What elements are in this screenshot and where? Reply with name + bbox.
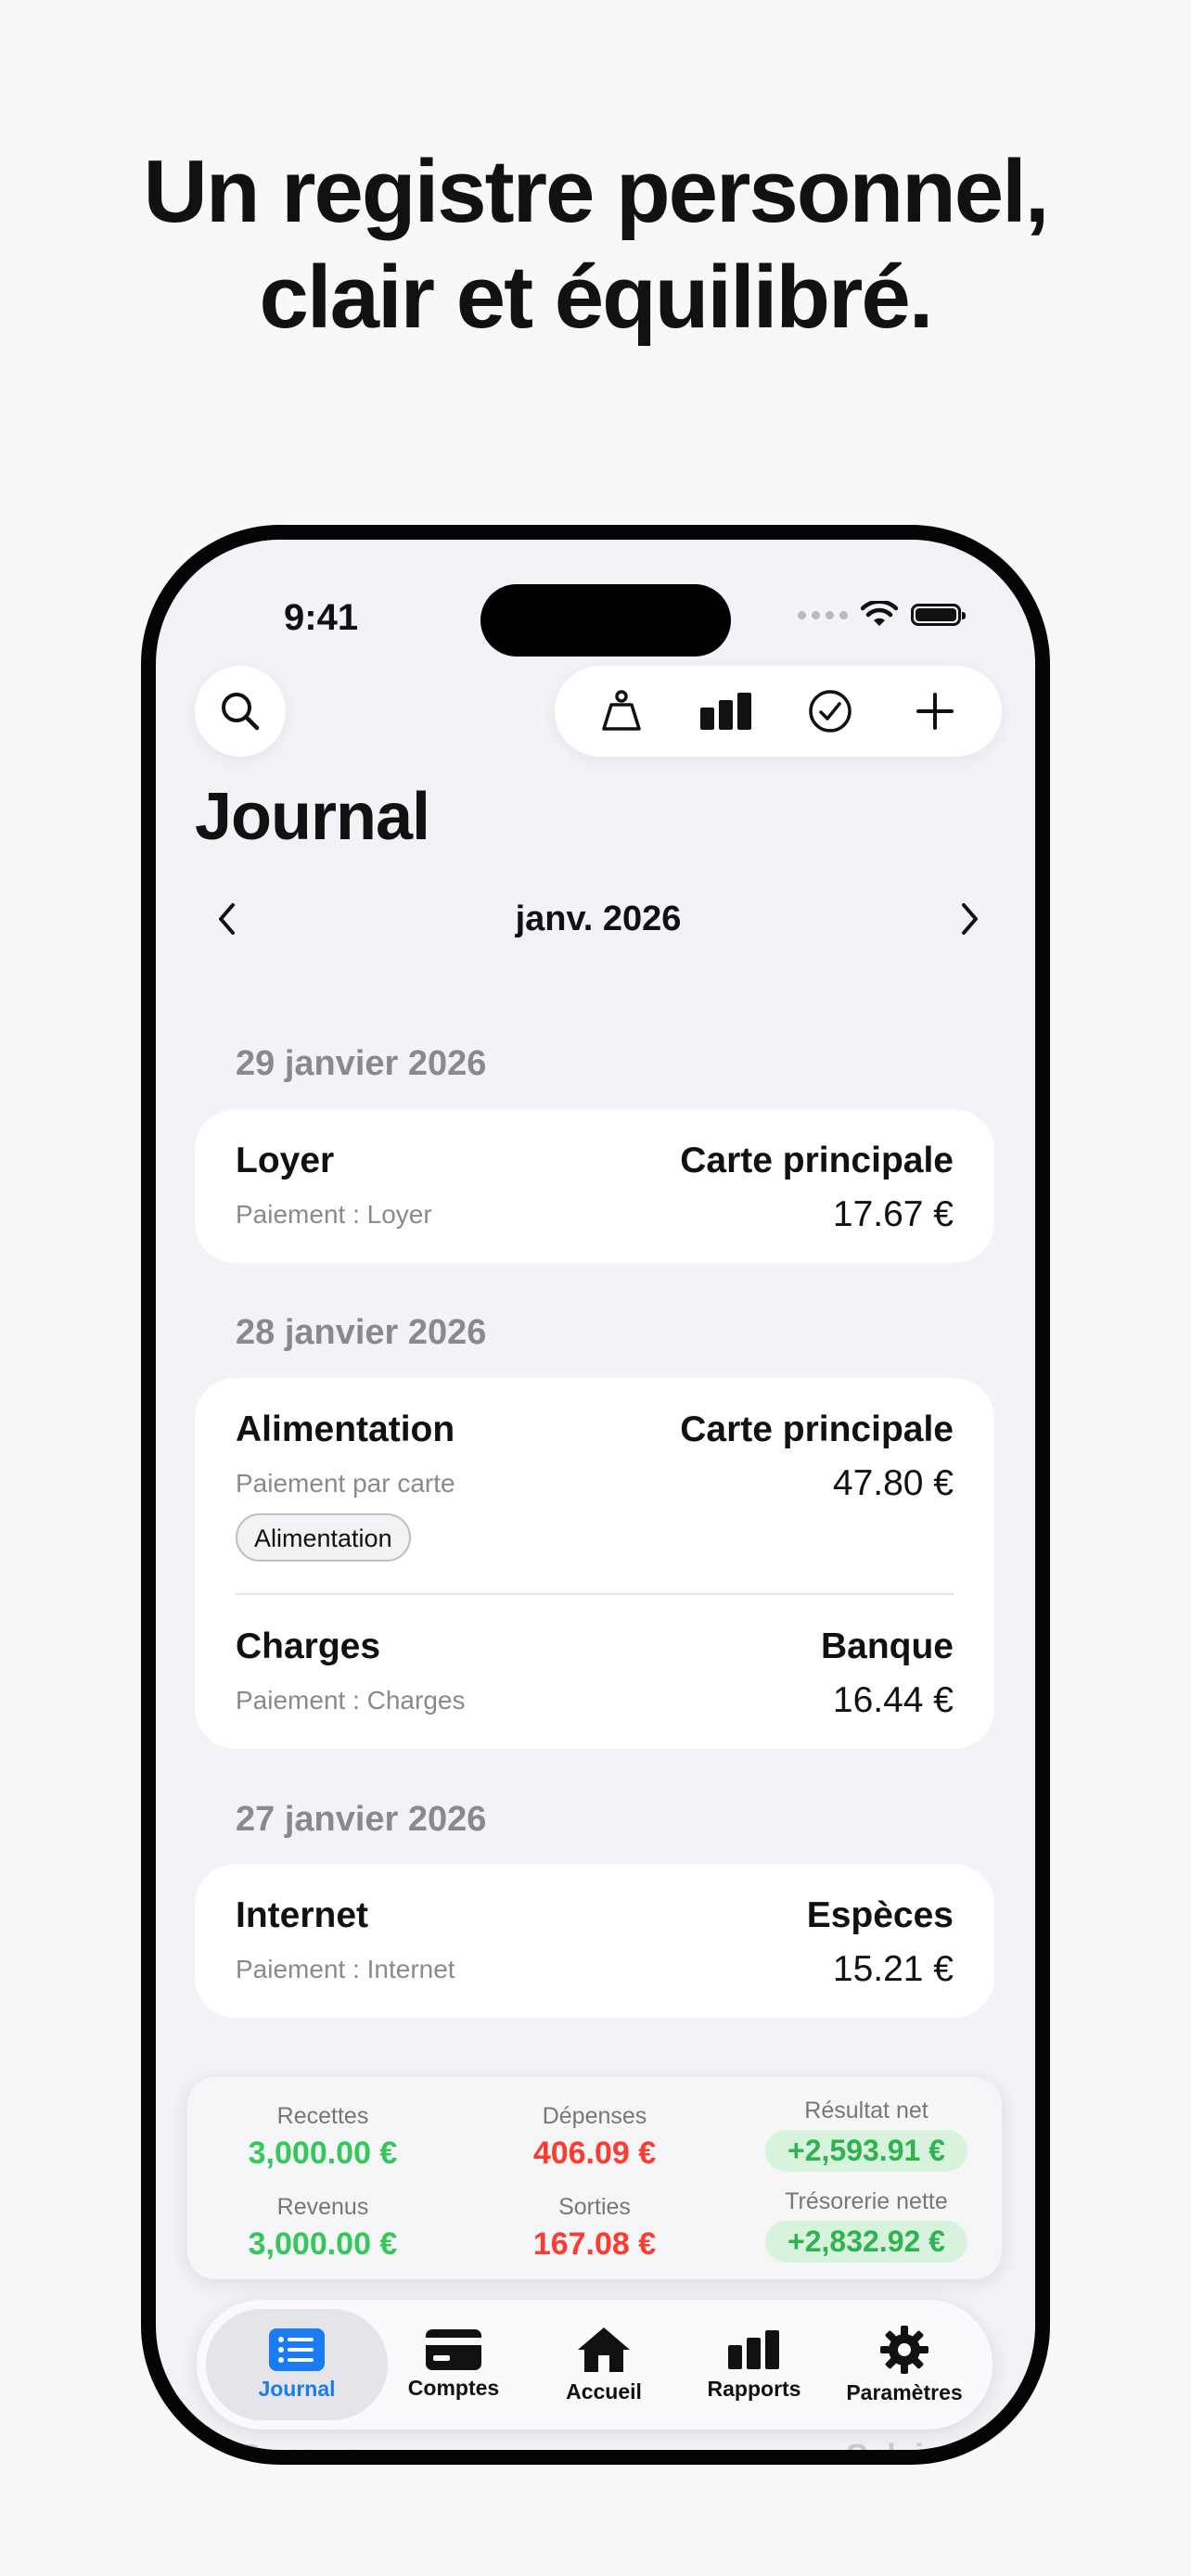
chevron-left-icon — [219, 903, 235, 935]
chart-button[interactable] — [689, 674, 763, 748]
wifi-icon — [861, 601, 898, 626]
day-header: 29 janvier 2026 — [236, 1044, 487, 1083]
list-icon — [269, 2327, 325, 2371]
battery-icon — [911, 604, 966, 626]
peek-account: Banque — [237, 2437, 360, 2450]
entry-account: Carte principale — [680, 1141, 954, 1180]
entry-subtitle: Paiement par carte — [236, 1469, 455, 1498]
day-header: 28 janvier 2026 — [236, 1313, 487, 1352]
summary-label: Trésorerie nette — [785, 2188, 948, 2214]
previous-month-button[interactable] — [195, 886, 260, 951]
tab-label: Rapports — [707, 2376, 801, 2401]
tab-label: Journal — [258, 2376, 336, 2401]
phone-frame: 9:41 Journal janv. 2026 29 janvier 2026 … — [141, 525, 1050, 2465]
tab-bar: Journal Comptes Accueil Rapports Paramèt… — [197, 2300, 992, 2429]
entry-amount: 15.21 € — [832, 1949, 954, 1989]
summary-recettes: Recettes 3,000.00 € — [187, 2103, 458, 2172]
weight-icon — [602, 690, 641, 731]
month-label: janv. 2026 — [515, 899, 682, 938]
summary-label: Dépenses — [542, 2103, 647, 2129]
tab-label: Paramètres — [846, 2379, 963, 2404]
bar-chart-icon — [699, 693, 751, 730]
entry-amount: 47.80 € — [832, 1463, 954, 1503]
month-navigator: janv. 2026 — [195, 886, 1002, 951]
summary-label: Revenus — [276, 2194, 369, 2220]
next-month-button[interactable] — [937, 886, 1002, 951]
status-time: 9:41 — [284, 597, 359, 638]
entry-row[interactable]: Charges Paiement : Charges Banque 16.44 … — [195, 1595, 994, 1749]
marketing-headline: Un registre personnel, clair et équilibr… — [0, 139, 1191, 351]
house-icon — [578, 2327, 630, 2372]
tab-label: Comptes — [407, 2375, 500, 2400]
gear-icon — [880, 2325, 928, 2374]
summary-label: Recettes — [276, 2103, 369, 2129]
entry-subtitle: Paiement : Loyer — [236, 1200, 432, 1229]
summary-panel: Recettes 3,000.00 € Dépenses 406.09 € Ré… — [187, 2077, 1002, 2279]
summary-value: 3,000.00 € — [248, 2136, 398, 2171]
entry-name: Internet — [236, 1895, 369, 1935]
credit-card-icon — [426, 2328, 481, 2370]
headline-line-1: Un registre personnel, — [143, 142, 1050, 241]
entry-name: Charges — [236, 1626, 381, 1666]
chevron-right-icon — [962, 903, 978, 935]
summary-tresorerie: Trésorerie nette +2,832.92 € — [731, 2188, 1002, 2263]
summary-depenses: Dépenses 406.09 € — [459, 2103, 730, 2172]
entry-amount: 16.44 € — [832, 1680, 954, 1720]
tab-rapports[interactable]: Rapports — [679, 2309, 829, 2420]
peek-category: Salaire — [846, 2437, 955, 2450]
entry-row[interactable]: Internet Paiement : Internet Espèces 15.… — [195, 1864, 994, 2018]
category-tag[interactable]: Alimentation — [236, 1513, 411, 1562]
summary-revenus: Revenus 3,000.00 € — [187, 2194, 458, 2263]
add-button[interactable] — [898, 674, 972, 748]
summary-label: Résultat net — [804, 2098, 928, 2123]
entry-name: Loyer — [236, 1141, 335, 1180]
headline-line-2: clair et équilibré. — [259, 248, 934, 347]
entry-amount: 17.67 € — [832, 1194, 954, 1234]
tab-label: Accueil — [566, 2378, 642, 2404]
summary-value: +2,593.91 € — [765, 2130, 967, 2172]
tab-journal[interactable]: Journal — [206, 2309, 388, 2420]
entry-row[interactable]: Loyer Paiement : Loyer Carte principale … — [195, 1109, 994, 1263]
summary-value: +2,832.92 € — [765, 2221, 967, 2263]
search-button[interactable] — [195, 666, 286, 757]
entry-name: Alimentation — [236, 1409, 455, 1449]
summary-sorties: Sorties 167.08 € — [459, 2194, 730, 2263]
summary-value: 3,000.00 € — [248, 2226, 398, 2262]
entry-row[interactable]: Alimentation Paiement par carte Carte pr… — [195, 1378, 994, 1593]
weight-button[interactable] — [584, 674, 659, 748]
entry-account: Espèces — [806, 1895, 954, 1935]
checkmark-circle-icon — [809, 690, 852, 733]
status-indicators — [798, 601, 966, 629]
day-card: Loyer Paiement : Loyer Carte principale … — [195, 1109, 994, 1263]
summary-label: Sorties — [558, 2194, 631, 2220]
bar-chart-icon — [728, 2329, 779, 2369]
toolbar — [555, 666, 1002, 757]
plus-icon — [916, 693, 954, 730]
entry-subtitle: Paiement : Internet — [236, 1955, 455, 1983]
summary-value: 167.08 € — [532, 2226, 657, 2262]
tab-accueil[interactable]: Accueil — [529, 2309, 679, 2420]
summary-resultat: Résultat net +2,593.91 € — [731, 2098, 1002, 2172]
search-icon — [222, 693, 260, 731]
dynamic-island — [480, 584, 731, 657]
tab-parametres[interactable]: Paramètres — [829, 2309, 980, 2420]
page-title: Journal — [195, 780, 430, 854]
day-card: Internet Paiement : Internet Espèces 15.… — [195, 1864, 994, 2018]
entry-account: Carte principale — [680, 1409, 954, 1449]
day-card: Alimentation Paiement par carte Carte pr… — [195, 1378, 994, 1749]
signal-icon — [798, 610, 848, 619]
entry-account: Banque — [820, 1626, 954, 1666]
summary-value: 406.09 € — [532, 2136, 657, 2171]
tab-comptes[interactable]: Comptes — [378, 2309, 529, 2420]
phone-screen: 9:41 Journal janv. 2026 29 janvier 2026 … — [156, 540, 1035, 2450]
day-header: 27 janvier 2026 — [236, 1800, 487, 1839]
validate-button[interactable] — [793, 674, 867, 748]
entry-subtitle: Paiement : Charges — [236, 1686, 466, 1715]
